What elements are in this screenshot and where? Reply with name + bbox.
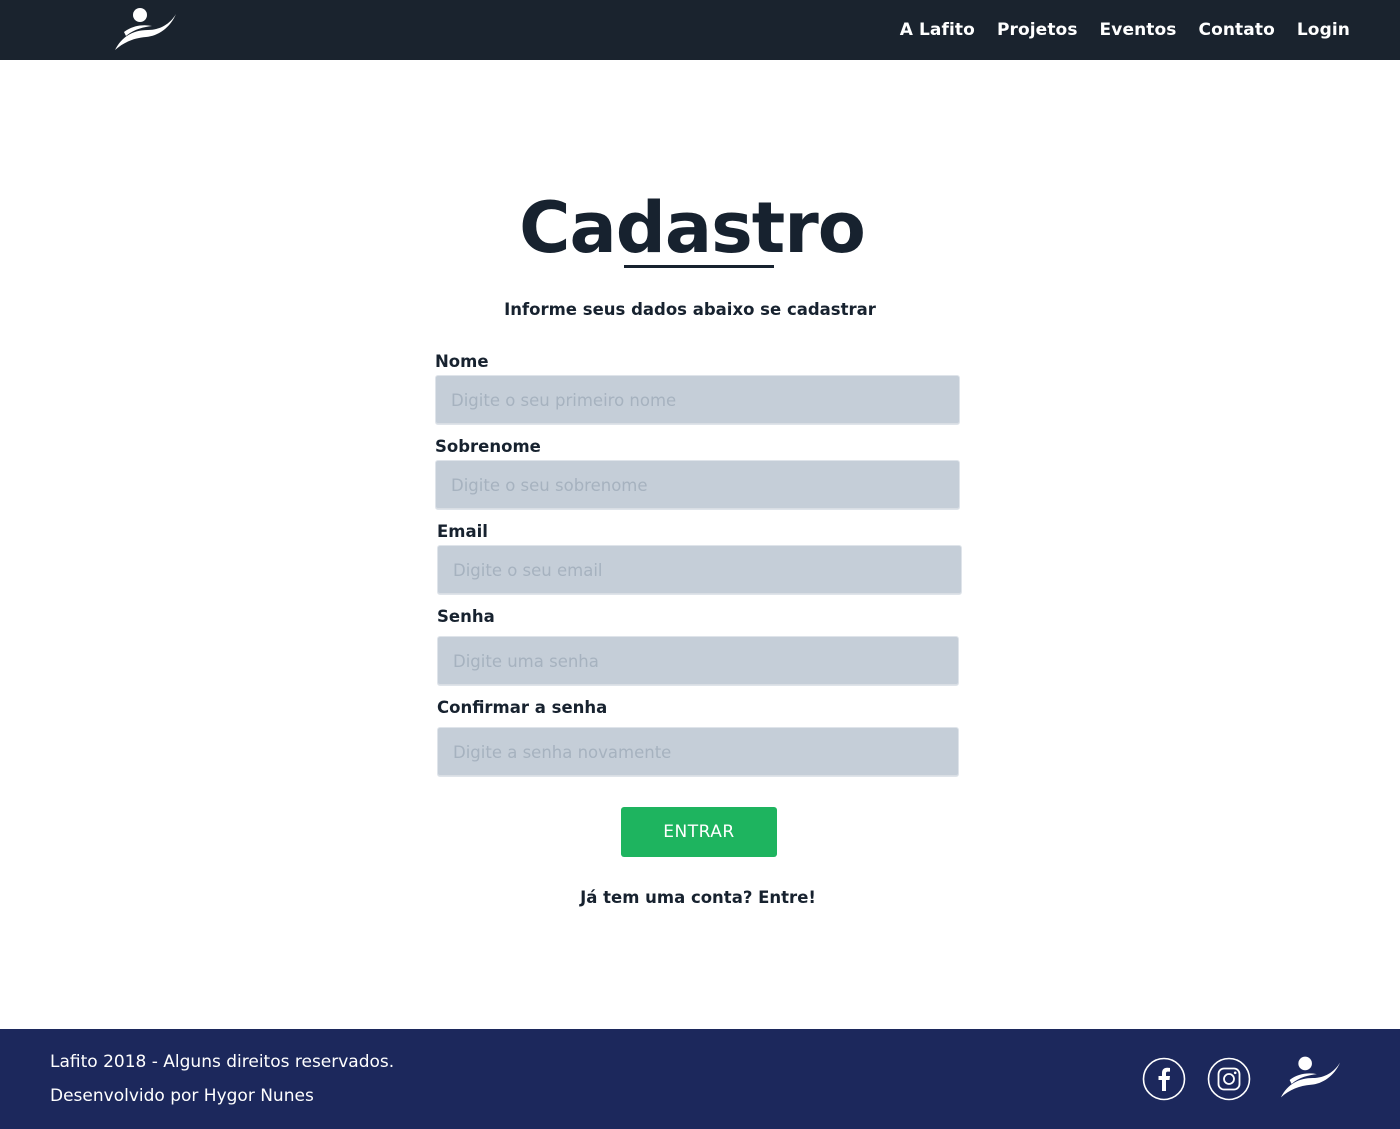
entrar-button[interactable]: ENTRAR	[621, 807, 777, 857]
nav-link-login[interactable]: Login	[1297, 20, 1350, 40]
login-link[interactable]: Já tem uma conta? Entre!	[0, 888, 1396, 907]
email-label: Email	[437, 522, 488, 541]
email-input[interactable]	[437, 545, 962, 595]
instagram-icon[interactable]	[1207, 1057, 1251, 1101]
nav-link-projetos[interactable]: Projetos	[997, 20, 1078, 40]
copyright-text: Lafito 2018 - Alguns direitos reservados…	[50, 1052, 395, 1072]
title-underline	[624, 265, 774, 268]
footer: Lafito 2018 - Alguns direitos reservados…	[0, 1029, 1400, 1129]
senha-label: Senha	[437, 607, 495, 626]
registration-section: Cadastro Informe seus dados abaixo se ca…	[0, 60, 1400, 1029]
credit-text: Desenvolvido por Hygor Nunes	[50, 1086, 314, 1106]
confirmar-senha-input[interactable]	[437, 727, 959, 777]
navbar: A Lafito Projetos Eventos Contato Login	[0, 0, 1400, 60]
facebook-icon[interactable]	[1142, 1057, 1186, 1101]
sobrenome-label: Sobrenome	[435, 437, 541, 456]
lafito-logo-icon	[1280, 1056, 1341, 1098]
senha-input[interactable]	[437, 636, 959, 686]
nav-link-a-lafito[interactable]: A Lafito	[900, 20, 975, 40]
lafito-logo-icon[interactable]	[112, 6, 178, 54]
nome-input[interactable]	[435, 375, 960, 425]
page-title: Cadastro	[519, 187, 866, 269]
confirmar-senha-label: Confirmar a senha	[437, 698, 608, 717]
nav-link-contato[interactable]: Contato	[1199, 20, 1275, 40]
page-subtitle: Informe seus dados abaixo se cadastrar	[504, 300, 876, 319]
main-nav: A Lafito Projetos Eventos Contato Login	[878, 0, 1350, 60]
nome-label: Nome	[435, 352, 489, 371]
nav-link-eventos[interactable]: Eventos	[1100, 20, 1177, 40]
sobrenome-input[interactable]	[435, 460, 960, 510]
